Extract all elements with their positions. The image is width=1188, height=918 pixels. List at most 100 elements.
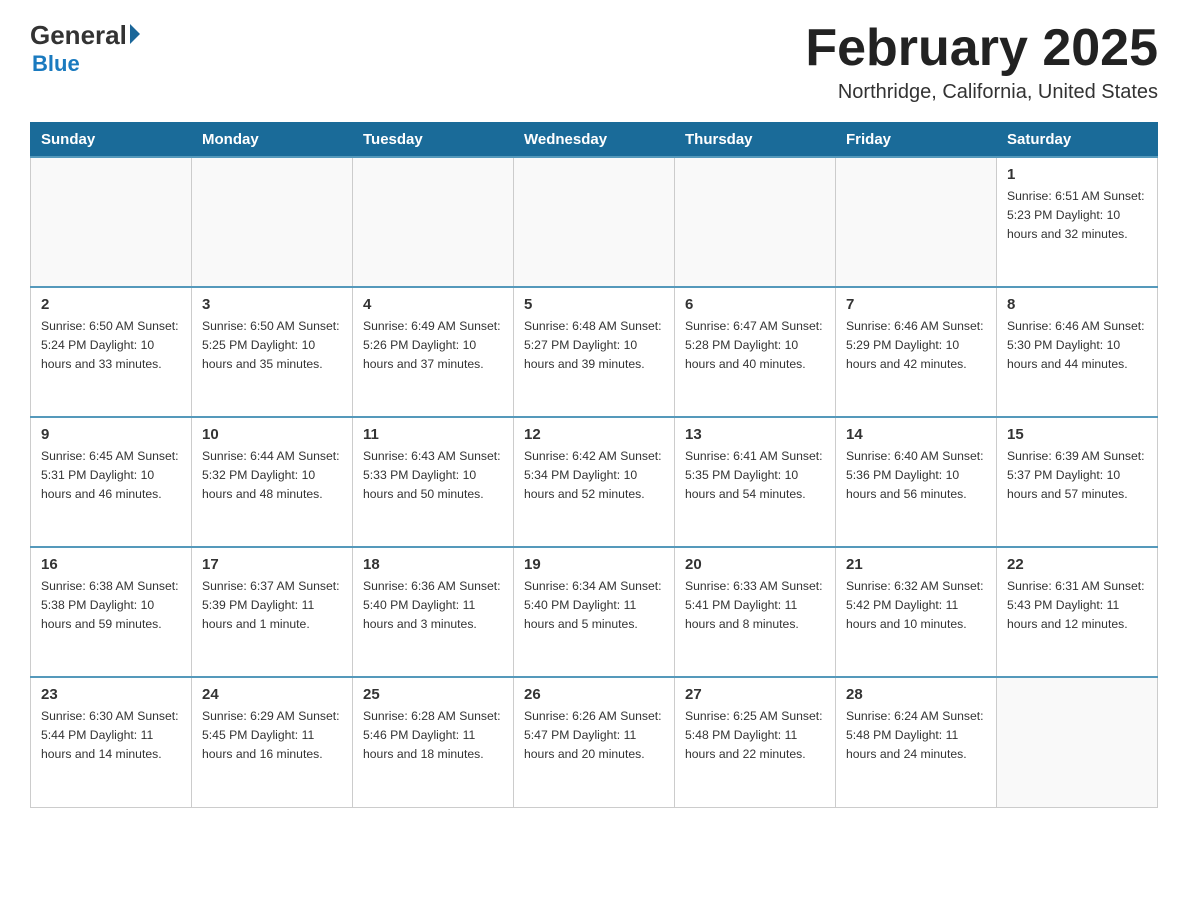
day-number: 16 [41,556,181,573]
day-number: 21 [846,556,986,573]
calendar-cell: 15 Sunrise: 6:39 AM Sunset: 5:37 PM Dayli… [997,417,1158,547]
calendar-cell [836,157,997,287]
day-info: Sunrise: 6:49 AM Sunset: 5:26 PM Dayligh… [363,317,503,374]
calendar-cell: 26 Sunrise: 6:26 AM Sunset: 5:47 PM Dayli… [514,677,675,807]
calendar-cell [31,157,192,287]
calendar-cell: 14 Sunrise: 6:40 AM Sunset: 5:36 PM Dayli… [836,417,997,547]
calendar-cell: 22Sunrise: 6:31 AM Sunset: 5:43 PM Dayli… [997,547,1158,677]
day-info: Sunrise: 6:25 AM Sunset: 5:48 PM Dayligh… [685,707,825,764]
header: General Blue February 2025 Northridge, C… [30,20,1158,104]
day-number: 15 [1007,426,1147,443]
header-day-tuesday: Tuesday [353,123,514,158]
day-number: 23 [41,686,181,703]
week-row-3: 16 Sunrise: 6:38 AM Sunset: 5:38 PM Dayli… [31,547,1158,677]
logo-blue-text: Blue [32,51,80,76]
day-number: 1 [1007,166,1147,183]
header-day-thursday: Thursday [675,123,836,158]
day-info: Sunrise: 6:34 AM Sunset: 5:40 PM Dayligh… [524,577,664,634]
day-info: Sunrise: 6:50 AM Sunset: 5:24 PM Dayligh… [41,317,181,374]
calendar-cell: 1 Sunrise: 6:51 AM Sunset: 5:23 PM Daylig… [997,157,1158,287]
subtitle: Northridge, California, United States [805,81,1158,104]
week-row-4: 23 Sunrise: 6:30 AM Sunset: 5:44 PM Dayli… [31,677,1158,807]
day-number: 28 [846,686,986,703]
day-number: 5 [524,296,664,313]
calendar-cell: 23 Sunrise: 6:30 AM Sunset: 5:44 PM Dayli… [31,677,192,807]
day-number: 11 [363,426,503,443]
day-number: 14 [846,426,986,443]
logo-arrow-icon [130,24,140,44]
day-number: 20 [685,556,825,573]
calendar-table: SundayMondayTuesdayWednesdayThursdayFrid… [30,122,1158,808]
week-row-2: 9 Sunrise: 6:45 AM Sunset: 5:31 PM Daylig… [31,417,1158,547]
header-day-sunday: Sunday [31,123,192,158]
day-info: Sunrise: 6:29 AM Sunset: 5:45 PM Dayligh… [202,707,342,764]
day-number: 12 [524,426,664,443]
calendar-cell: 12 Sunrise: 6:42 AM Sunset: 5:34 PM Dayli… [514,417,675,547]
header-day-wednesday: Wednesday [514,123,675,158]
calendar-cell: 4 Sunrise: 6:49 AM Sunset: 5:26 PM Daylig… [353,287,514,417]
day-info: Sunrise: 6:37 AM Sunset: 5:39 PM Dayligh… [202,577,342,634]
day-number: 26 [524,686,664,703]
day-info: Sunrise: 6:47 AM Sunset: 5:28 PM Dayligh… [685,317,825,374]
calendar-cell: 10 Sunrise: 6:44 AM Sunset: 5:32 PM Dayli… [192,417,353,547]
day-info: Sunrise: 6:36 AM Sunset: 5:40 PM Dayligh… [363,577,503,634]
calendar-cell: 3Sunrise: 6:50 AM Sunset: 5:25 PM Daylig… [192,287,353,417]
calendar-cell: 24Sunrise: 6:29 AM Sunset: 5:45 PM Dayli… [192,677,353,807]
calendar-cell: 18 Sunrise: 6:36 AM Sunset: 5:40 PM Dayli… [353,547,514,677]
day-info: Sunrise: 6:33 AM Sunset: 5:41 PM Dayligh… [685,577,825,634]
title-area: February 2025 Northridge, California, Un… [805,20,1158,104]
calendar-cell [192,157,353,287]
calendar-cell: 13 Sunrise: 6:41 AM Sunset: 5:35 PM Dayli… [675,417,836,547]
calendar-cell [514,157,675,287]
day-number: 13 [685,426,825,443]
day-info: Sunrise: 6:41 AM Sunset: 5:35 PM Dayligh… [685,447,825,504]
calendar-cell: 21 Sunrise: 6:32 AM Sunset: 5:42 PM Dayli… [836,547,997,677]
day-info: Sunrise: 6:48 AM Sunset: 5:27 PM Dayligh… [524,317,664,374]
header-day-friday: Friday [836,123,997,158]
calendar-cell: 6Sunrise: 6:47 AM Sunset: 5:28 PM Daylig… [675,287,836,417]
header-day-saturday: Saturday [997,123,1158,158]
day-info: Sunrise: 6:44 AM Sunset: 5:32 PM Dayligh… [202,447,342,504]
calendar-cell [997,677,1158,807]
logo-general-text: General [30,20,127,51]
day-number: 25 [363,686,503,703]
day-info: Sunrise: 6:31 AM Sunset: 5:43 PM Dayligh… [1007,577,1147,634]
calendar-cell [353,157,514,287]
day-info: Sunrise: 6:50 AM Sunset: 5:25 PM Dayligh… [202,317,342,374]
day-number: 19 [524,556,664,573]
calendar-header: SundayMondayTuesdayWednesdayThursdayFrid… [31,123,1158,158]
day-info: Sunrise: 6:40 AM Sunset: 5:36 PM Dayligh… [846,447,986,504]
day-info: Sunrise: 6:24 AM Sunset: 5:48 PM Dayligh… [846,707,986,764]
week-row-0: 1 Sunrise: 6:51 AM Sunset: 5:23 PM Daylig… [31,157,1158,287]
day-number: 9 [41,426,181,443]
calendar-cell: 5 Sunrise: 6:48 AM Sunset: 5:27 PM Daylig… [514,287,675,417]
calendar-cell: 7Sunrise: 6:46 AM Sunset: 5:29 PM Daylig… [836,287,997,417]
header-row: SundayMondayTuesdayWednesdayThursdayFrid… [31,123,1158,158]
day-info: Sunrise: 6:38 AM Sunset: 5:38 PM Dayligh… [41,577,181,634]
day-info: Sunrise: 6:45 AM Sunset: 5:31 PM Dayligh… [41,447,181,504]
calendar-cell: 11 Sunrise: 6:43 AM Sunset: 5:33 PM Dayli… [353,417,514,547]
day-number: 18 [363,556,503,573]
day-info: Sunrise: 6:32 AM Sunset: 5:42 PM Dayligh… [846,577,986,634]
day-info: Sunrise: 6:51 AM Sunset: 5:23 PM Dayligh… [1007,187,1147,244]
day-number: 4 [363,296,503,313]
day-info: Sunrise: 6:28 AM Sunset: 5:46 PM Dayligh… [363,707,503,764]
calendar-cell: 2Sunrise: 6:50 AM Sunset: 5:24 PM Daylig… [31,287,192,417]
calendar-cell: 28 Sunrise: 6:24 AM Sunset: 5:48 PM Dayli… [836,677,997,807]
day-number: 10 [202,426,342,443]
calendar-cell: 27Sunrise: 6:25 AM Sunset: 5:48 PM Dayli… [675,677,836,807]
day-number: 8 [1007,296,1147,313]
main-title: February 2025 [805,20,1158,77]
calendar-cell: 20 Sunrise: 6:33 AM Sunset: 5:41 PM Dayli… [675,547,836,677]
day-info: Sunrise: 6:30 AM Sunset: 5:44 PM Dayligh… [41,707,181,764]
day-info: Sunrise: 6:39 AM Sunset: 5:37 PM Dayligh… [1007,447,1147,504]
calendar-cell: 25 Sunrise: 6:28 AM Sunset: 5:46 PM Dayli… [353,677,514,807]
day-info: Sunrise: 6:46 AM Sunset: 5:30 PM Dayligh… [1007,317,1147,374]
day-info: Sunrise: 6:42 AM Sunset: 5:34 PM Dayligh… [524,447,664,504]
day-info: Sunrise: 6:26 AM Sunset: 5:47 PM Dayligh… [524,707,664,764]
week-row-1: 2Sunrise: 6:50 AM Sunset: 5:24 PM Daylig… [31,287,1158,417]
day-info: Sunrise: 6:43 AM Sunset: 5:33 PM Dayligh… [363,447,503,504]
day-number: 17 [202,556,342,573]
calendar-cell: 9 Sunrise: 6:45 AM Sunset: 5:31 PM Daylig… [31,417,192,547]
calendar-cell: 8 Sunrise: 6:46 AM Sunset: 5:30 PM Daylig… [997,287,1158,417]
